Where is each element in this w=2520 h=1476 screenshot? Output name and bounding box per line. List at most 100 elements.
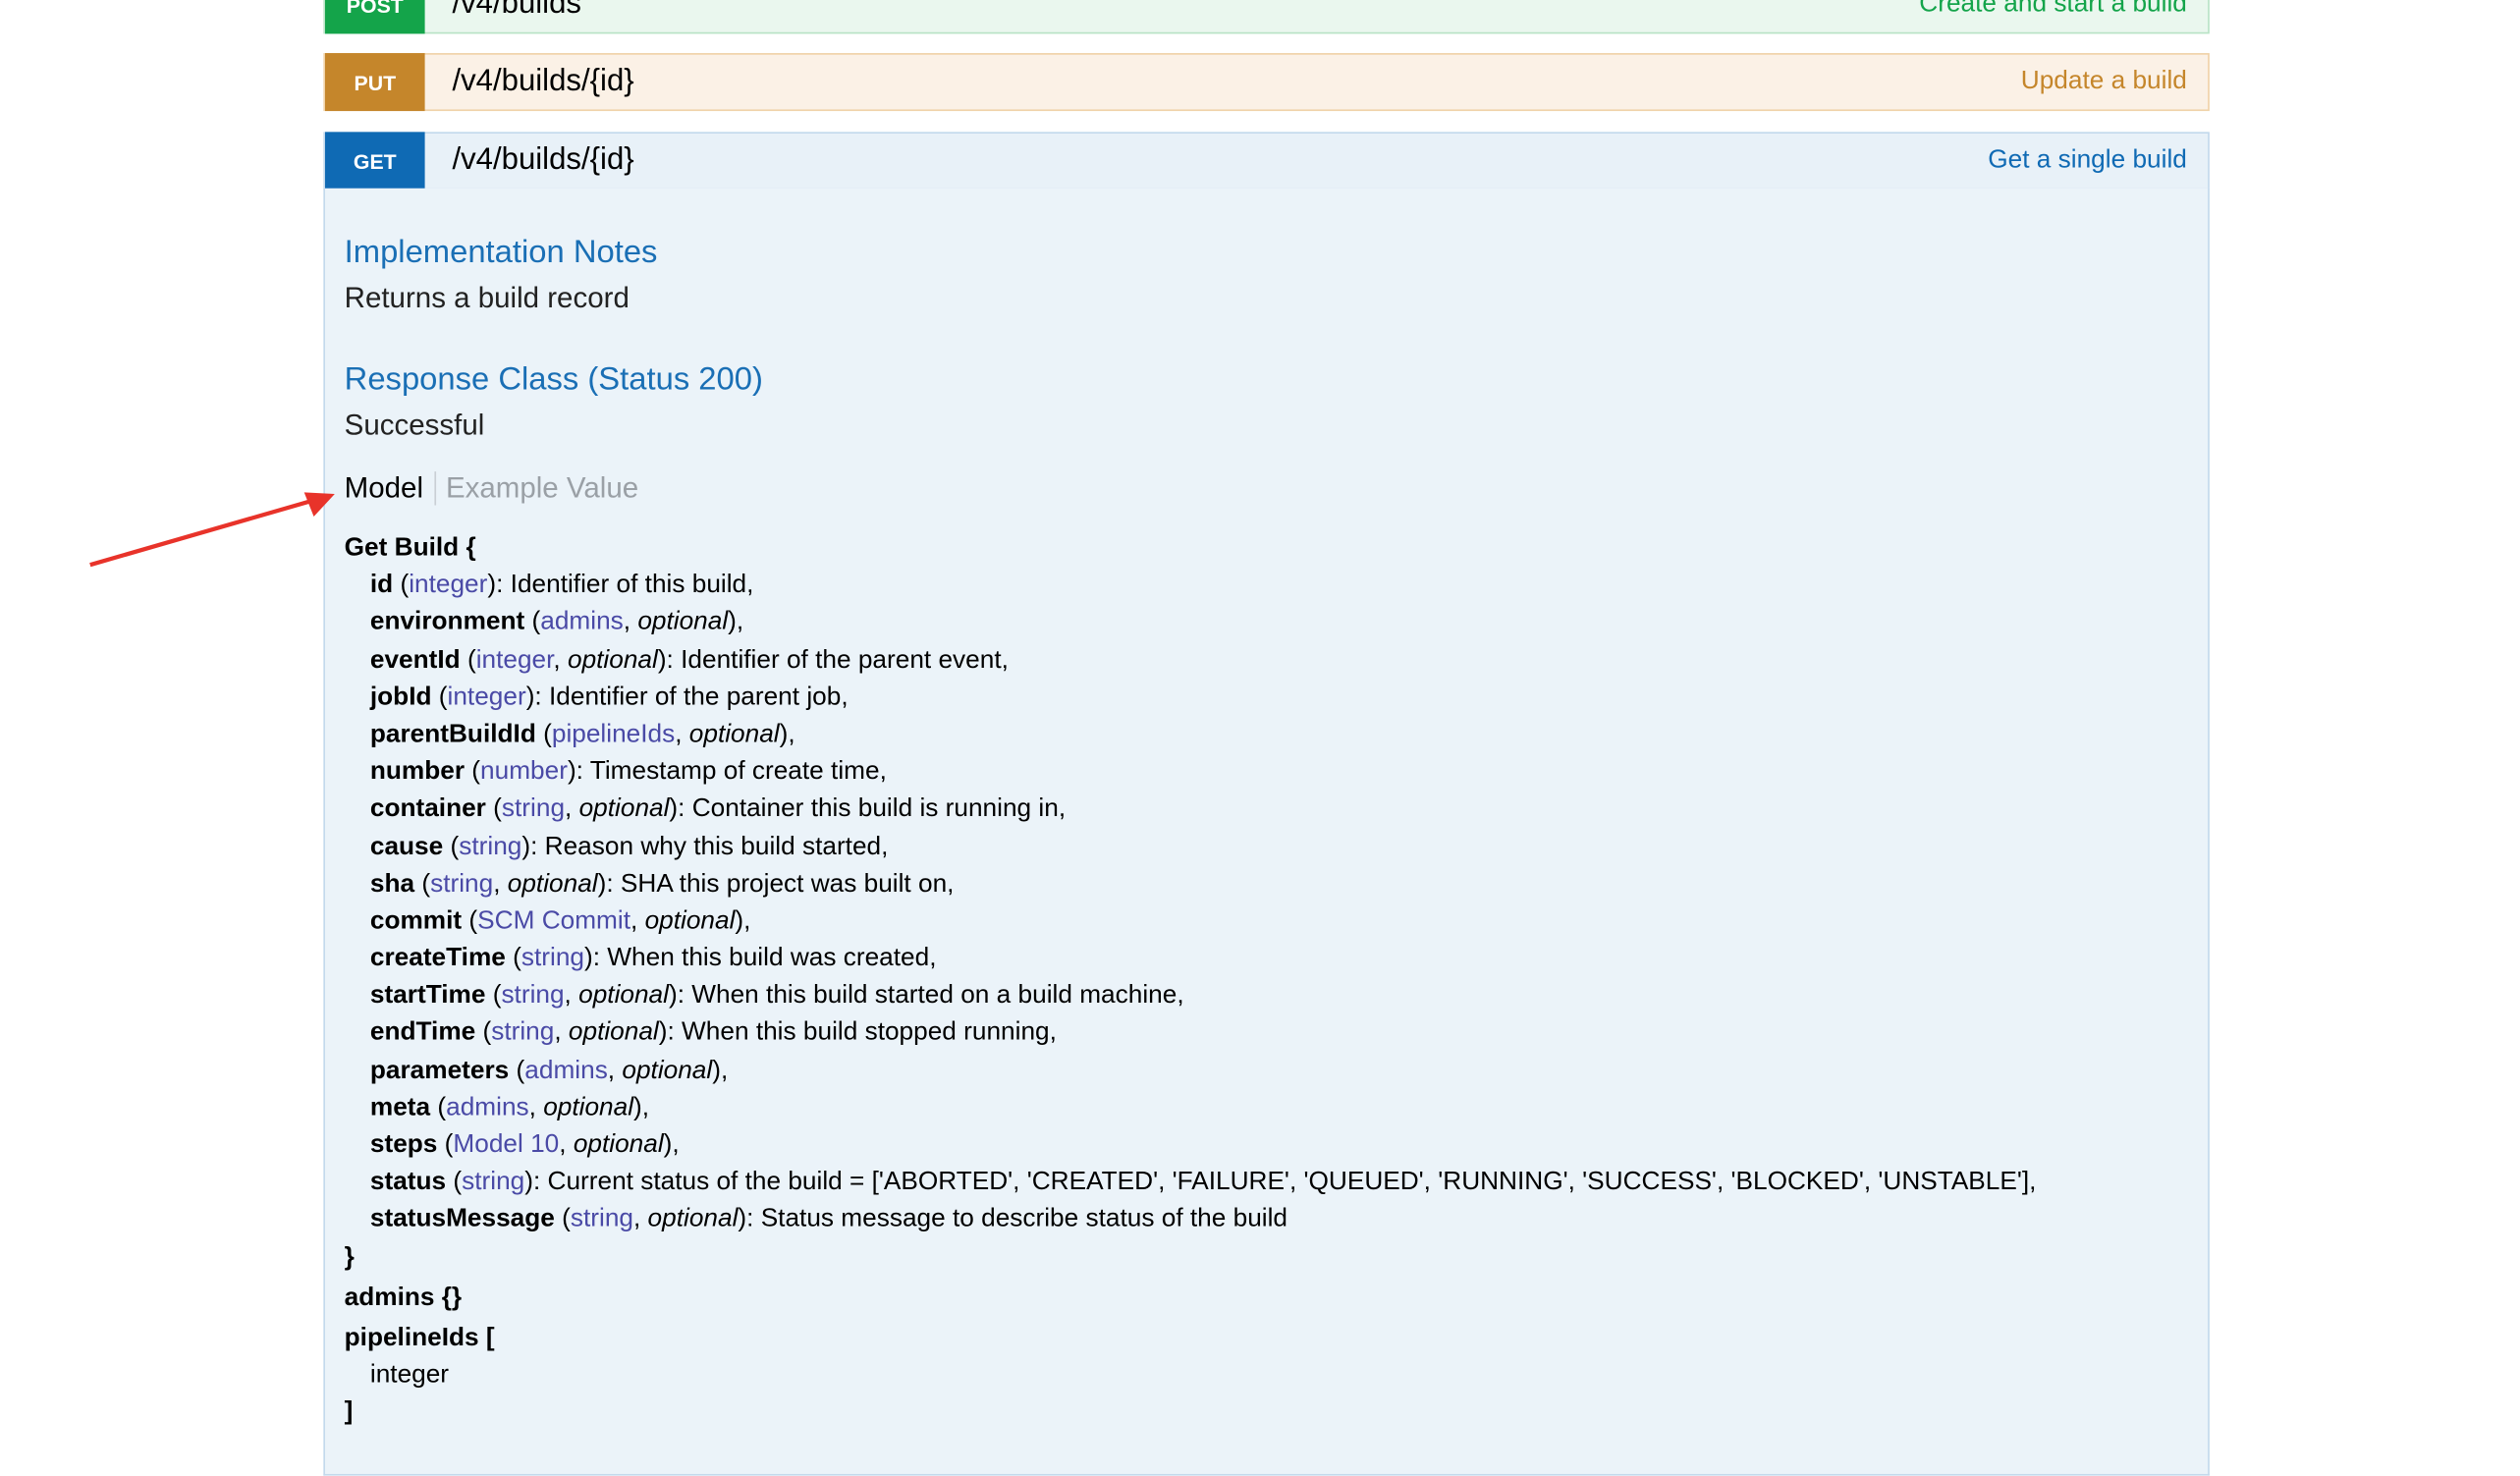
annotation-arrow-icon	[89, 492, 335, 568]
field-name: eventId	[369, 646, 461, 674]
model-field: statusMessage (string, optional): Status…	[369, 1205, 1288, 1233]
model-tabs: Model Example Value	[345, 471, 638, 506]
implementation-notes-text: Returns a build record	[344, 281, 630, 314]
field-name: environment	[369, 609, 525, 636]
field-name: status	[369, 1168, 447, 1196]
field-type-link[interactable]: admins	[540, 609, 624, 636]
method-badge-post: POST	[324, 0, 425, 34]
model-close: }	[344, 1242, 355, 1271]
tab-model[interactable]: Model	[345, 471, 437, 506]
field-optional: optional	[568, 1018, 659, 1047]
field-optional: optional	[647, 1205, 739, 1233]
field-description: Reason why this build started	[544, 832, 882, 860]
model-header: Get Build {	[344, 534, 476, 562]
field-description: Identifier of the parent job	[548, 683, 842, 711]
field-name: number	[369, 757, 466, 786]
field-optional: optional	[644, 906, 736, 935]
method-badge-put: PUT	[324, 53, 425, 112]
field-type-link[interactable]: integer	[448, 683, 526, 711]
field-type-link[interactable]: string	[462, 1169, 524, 1196]
model-field: steps (Model 10, optional),	[369, 1130, 680, 1159]
field-name: jobId	[369, 683, 432, 711]
operation-path[interactable]: /v4/builds/{id}	[452, 143, 1988, 179]
model-field: endTime (string, optional): When this bu…	[369, 1018, 1057, 1047]
field-type-link[interactable]: string	[501, 982, 564, 1010]
field-type-link[interactable]: admins	[524, 1057, 608, 1084]
field-name: id	[369, 572, 394, 599]
field-type-link[interactable]: pipelineIds	[552, 721, 675, 748]
operation-summary[interactable]: Get a single build	[1988, 146, 2187, 175]
model-field: startTime (string, optional): When this …	[369, 981, 1184, 1010]
field-description: Identifier of the parent event	[681, 646, 1002, 674]
operation-path[interactable]: /v4/builds/{id}	[452, 65, 2020, 100]
tab-example-value[interactable]: Example Value	[436, 471, 638, 505]
field-optional: optional	[543, 1093, 634, 1121]
field-type-link[interactable]: string	[502, 795, 565, 823]
field-type-link[interactable]: string	[521, 945, 584, 972]
operation-summary[interactable]: Create and start a build	[1919, 0, 2187, 20]
field-type-link[interactable]: number	[480, 758, 568, 786]
pipelineids-close: ]	[344, 1398, 354, 1427]
field-name: parameters	[369, 1056, 510, 1084]
field-description: Current status of the build = ['ABORTED'…	[547, 1168, 2030, 1196]
response-class-heading: Response Class (Status 200)	[344, 361, 763, 398]
field-type-link[interactable]: integer	[409, 572, 487, 599]
field-name: sha	[369, 869, 415, 898]
operation-put-build[interactable]: PUT /v4/builds/{id} Update a build	[323, 53, 2210, 112]
operation-path[interactable]: /v4/builds	[452, 0, 1919, 23]
field-optional: optional	[622, 1056, 713, 1084]
admins-model: admins {}	[344, 1284, 463, 1312]
model-field: environment (admins, optional),	[369, 609, 744, 636]
operation-post-builds[interactable]: POST /v4/builds Create and start a build	[323, 0, 2210, 34]
model-field: jobId (integer): Identifier of the paren…	[369, 683, 849, 711]
field-type-link[interactable]: Model 10	[453, 1131, 559, 1159]
model-field: sha (string, optional): SHA this project…	[369, 869, 955, 898]
field-description: Timestamp of create time	[589, 757, 880, 786]
model-field: cause (string): Reason why this build st…	[369, 832, 889, 860]
field-name: cause	[369, 832, 444, 860]
model-field: meta (admins, optional),	[369, 1093, 650, 1121]
model-signature: Get Build { id (integer): Identifier of …	[345, 529, 2037, 1431]
pipelineids-item: integer	[369, 1361, 450, 1390]
field-description: When this build was created	[607, 944, 930, 972]
model-field: number (number): Timestamp of create tim…	[369, 757, 887, 786]
field-type-link[interactable]: string	[491, 1019, 554, 1047]
method-badge-get: GET	[324, 132, 425, 191]
field-type-link[interactable]: SCM Commit	[477, 907, 630, 935]
field-name: meta	[369, 1093, 431, 1121]
field-name: statusMessage	[369, 1205, 555, 1233]
field-name: steps	[369, 1130, 438, 1159]
field-type-link[interactable]: string	[571, 1206, 633, 1233]
field-optional: optional	[688, 720, 780, 748]
field-optional: optional	[578, 981, 669, 1010]
operation-details-panel: Implementation Notes Returns a build rec…	[323, 188, 2210, 1476]
field-optional: optional	[578, 794, 670, 823]
response-class-text: Successful	[344, 409, 485, 441]
field-optional: optional	[637, 609, 729, 636]
model-field: parameters (admins, optional),	[369, 1056, 729, 1084]
field-description: When this build started on a build machi…	[691, 981, 1178, 1010]
operation-summary[interactable]: Update a build	[2021, 68, 2187, 96]
field-type-link[interactable]: string	[459, 833, 521, 860]
field-name: container	[369, 794, 486, 823]
field-name: commit	[369, 906, 463, 935]
field-name: endTime	[369, 1018, 476, 1047]
field-description: Status message to describe status of the…	[760, 1205, 1288, 1233]
field-type-link[interactable]: admins	[446, 1094, 529, 1121]
field-description: When this build stopped running	[682, 1018, 1050, 1047]
field-name: startTime	[369, 981, 486, 1010]
field-type-link[interactable]: string	[430, 870, 493, 898]
field-description: SHA this project was built on	[620, 869, 948, 898]
field-optional: optional	[573, 1130, 664, 1159]
field-type-link[interactable]: integer	[476, 646, 554, 674]
model-field: commit (SCM Commit, optional),	[369, 906, 751, 935]
field-description: Container this build is running in	[691, 794, 1059, 823]
field-optional: optional	[507, 869, 598, 898]
model-field: parentBuildId (pipelineIds, optional),	[369, 720, 795, 748]
operation-get-build[interactable]: GET /v4/builds/{id} Get a single build	[323, 132, 2210, 191]
model-field: createTime (string): When this build was…	[369, 944, 937, 972]
implementation-notes-heading: Implementation Notes	[344, 235, 658, 271]
field-name: parentBuildId	[369, 720, 536, 748]
field-name: createTime	[369, 944, 506, 972]
field-description: Identifier of this build	[510, 572, 747, 599]
